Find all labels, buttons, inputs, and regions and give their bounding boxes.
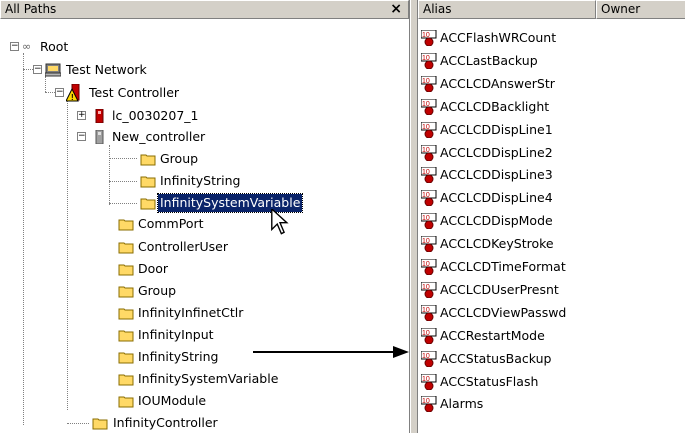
system-variable-icon: 10 bbox=[421, 350, 437, 367]
system-variable-icon: 10 bbox=[421, 144, 437, 161]
alias-label: ACCStatusFlash bbox=[440, 373, 539, 389]
folder-icon bbox=[118, 219, 134, 231]
system-variable-icon: 10 bbox=[421, 75, 437, 92]
system-variable-icon: 10 bbox=[421, 259, 437, 275]
alias-label: ACCStatusBackup bbox=[440, 350, 552, 366]
system-variable-icon: 10 bbox=[421, 213, 437, 230]
folder-icon bbox=[118, 352, 134, 364]
controller-icon bbox=[95, 109, 104, 123]
collapse-icon[interactable]: − bbox=[77, 132, 86, 141]
list-item[interactable]: 10 ACCLCDDispLine3 bbox=[418, 164, 685, 185]
expand-icon[interactable]: + bbox=[77, 111, 86, 120]
system-variable-icon: 10 bbox=[421, 236, 437, 253]
list-item[interactable]: 10 ACCStatusFlash bbox=[418, 371, 685, 392]
all-paths-header: All Paths × bbox=[0, 0, 409, 19]
collapse-icon[interactable]: − bbox=[10, 42, 19, 51]
column-header-alias[interactable]: Alias bbox=[418, 0, 596, 19]
folder-icon bbox=[118, 308, 134, 320]
tree-line bbox=[45, 92, 55, 93]
folder-icon bbox=[140, 154, 156, 166]
list-item[interactable]: 10 ACCLCDUserPresnt bbox=[418, 279, 685, 300]
controller-icon bbox=[95, 130, 104, 144]
folder-icon bbox=[118, 374, 134, 386]
collapse-icon[interactable]: − bbox=[33, 65, 42, 74]
system-variable-icon: 10 bbox=[421, 304, 437, 321]
list-item[interactable]: 10 ACCStatusBackup bbox=[418, 348, 685, 369]
alias-label: ACCLCDDispLine1 bbox=[440, 121, 553, 137]
alias-label: ACCLCDUserPresnt bbox=[440, 281, 559, 297]
alias-list-pane: Alias Owner 10 ACCFlashWRCount 10 ACCLastBa… bbox=[417, 0, 685, 433]
system-variable-icon: 10 bbox=[421, 52, 437, 69]
list-item[interactable]: 10 ACCLCDBacklight bbox=[418, 96, 685, 117]
mouse-pointer-icon bbox=[271, 209, 289, 235]
close-icon[interactable]: × bbox=[390, 1, 402, 18]
list-item[interactable]: 10 ACCLCDDispMode bbox=[418, 210, 685, 231]
system-variable-icon: 10 bbox=[421, 190, 437, 207]
network-icon bbox=[45, 63, 61, 77]
tree-line bbox=[67, 99, 68, 410]
system-variable-icon: 10 bbox=[421, 281, 437, 298]
collapse-icon[interactable]: − bbox=[55, 88, 64, 97]
tree-line bbox=[67, 423, 89, 424]
controller-warning-icon: ! bbox=[66, 84, 80, 102]
tree-line bbox=[23, 53, 24, 425]
alias-label: ACCLCDDispLine2 bbox=[440, 144, 553, 160]
system-variable-icon: 10 bbox=[421, 98, 437, 115]
annotation-arrow bbox=[253, 346, 409, 358]
alias-label: ACCLCDViewPasswd bbox=[440, 304, 567, 320]
splitter[interactable] bbox=[410, 0, 417, 433]
list-item[interactable]: 10 ACCLCDKeyStroke bbox=[418, 233, 685, 254]
tree-line bbox=[109, 158, 137, 159]
alias-label: Alarms bbox=[440, 396, 484, 412]
system-variable-icon: 10 bbox=[421, 30, 437, 46]
system-variable-icon: 10 bbox=[421, 167, 437, 184]
alias-label: ACCLCDTimeFormat bbox=[440, 259, 566, 274]
svg-text:!: ! bbox=[71, 93, 74, 102]
all-paths-pane: All Paths × − ∞ Root − Test Network − ! … bbox=[0, 0, 410, 433]
tree-line bbox=[23, 69, 33, 70]
alias-label: ACCLastBackup bbox=[440, 52, 538, 68]
alias-label: ACCLCDDispMode bbox=[440, 213, 553, 229]
list-item[interactable]: 10 ACCLCDDispLine1 bbox=[418, 119, 685, 140]
alias-label: ACCRestartMode bbox=[440, 327, 545, 343]
folder-icon bbox=[118, 264, 134, 276]
tree-line bbox=[109, 145, 110, 205]
system-variable-icon: 10 bbox=[421, 327, 437, 344]
list-item[interactable]: 10 ACCLCDTimeFormat bbox=[418, 256, 685, 277]
list-item[interactable]: 10 ACCLCDAnswerStr bbox=[418, 73, 685, 94]
tree-line bbox=[109, 181, 137, 182]
list-item[interactable]: 10 ACCLCDViewPasswd bbox=[418, 302, 685, 323]
folder-icon bbox=[118, 396, 134, 408]
tree-line bbox=[45, 76, 46, 92]
column-header-owner[interactable]: Owner bbox=[596, 0, 685, 19]
alias-label: ACCLCDKeyStroke bbox=[440, 236, 554, 252]
list-item[interactable]: 10 ACCLCDDispLine4 bbox=[418, 187, 685, 208]
folder-icon bbox=[140, 176, 156, 188]
root-icon: ∞ bbox=[22, 40, 32, 53]
system-variable-icon: 10 bbox=[421, 396, 437, 413]
alias-label: ACCLCDDispLine3 bbox=[440, 167, 553, 183]
folder-icon bbox=[118, 242, 134, 254]
alias-label: ACCLCDAnswerStr bbox=[440, 75, 555, 91]
alias-label: ACCLCDBacklight bbox=[440, 98, 550, 114]
system-variable-icon: 10 bbox=[421, 373, 437, 390]
list-item[interactable]: 10 ACCLCDDispLine2 bbox=[418, 142, 685, 163]
folder-icon bbox=[118, 286, 134, 298]
folder-icon bbox=[92, 418, 108, 430]
alias-label: ACCFlashWRCount bbox=[440, 30, 557, 45]
list-item[interactable]: 10 ACCFlashWRCount bbox=[418, 27, 685, 48]
folder-icon bbox=[118, 330, 134, 342]
list-item[interactable]: 10 Alarms bbox=[418, 393, 685, 414]
list-item[interactable]: 10 ACCRestartMode bbox=[418, 325, 685, 346]
tree-line bbox=[109, 203, 137, 204]
folder-open-icon bbox=[140, 198, 156, 210]
list-item[interactable]: 10 ACCLastBackup bbox=[418, 50, 685, 71]
all-paths-title: All Paths bbox=[5, 2, 57, 16]
alias-label: ACCLCDDispLine4 bbox=[440, 190, 553, 206]
system-variable-icon: 10 bbox=[421, 121, 437, 138]
